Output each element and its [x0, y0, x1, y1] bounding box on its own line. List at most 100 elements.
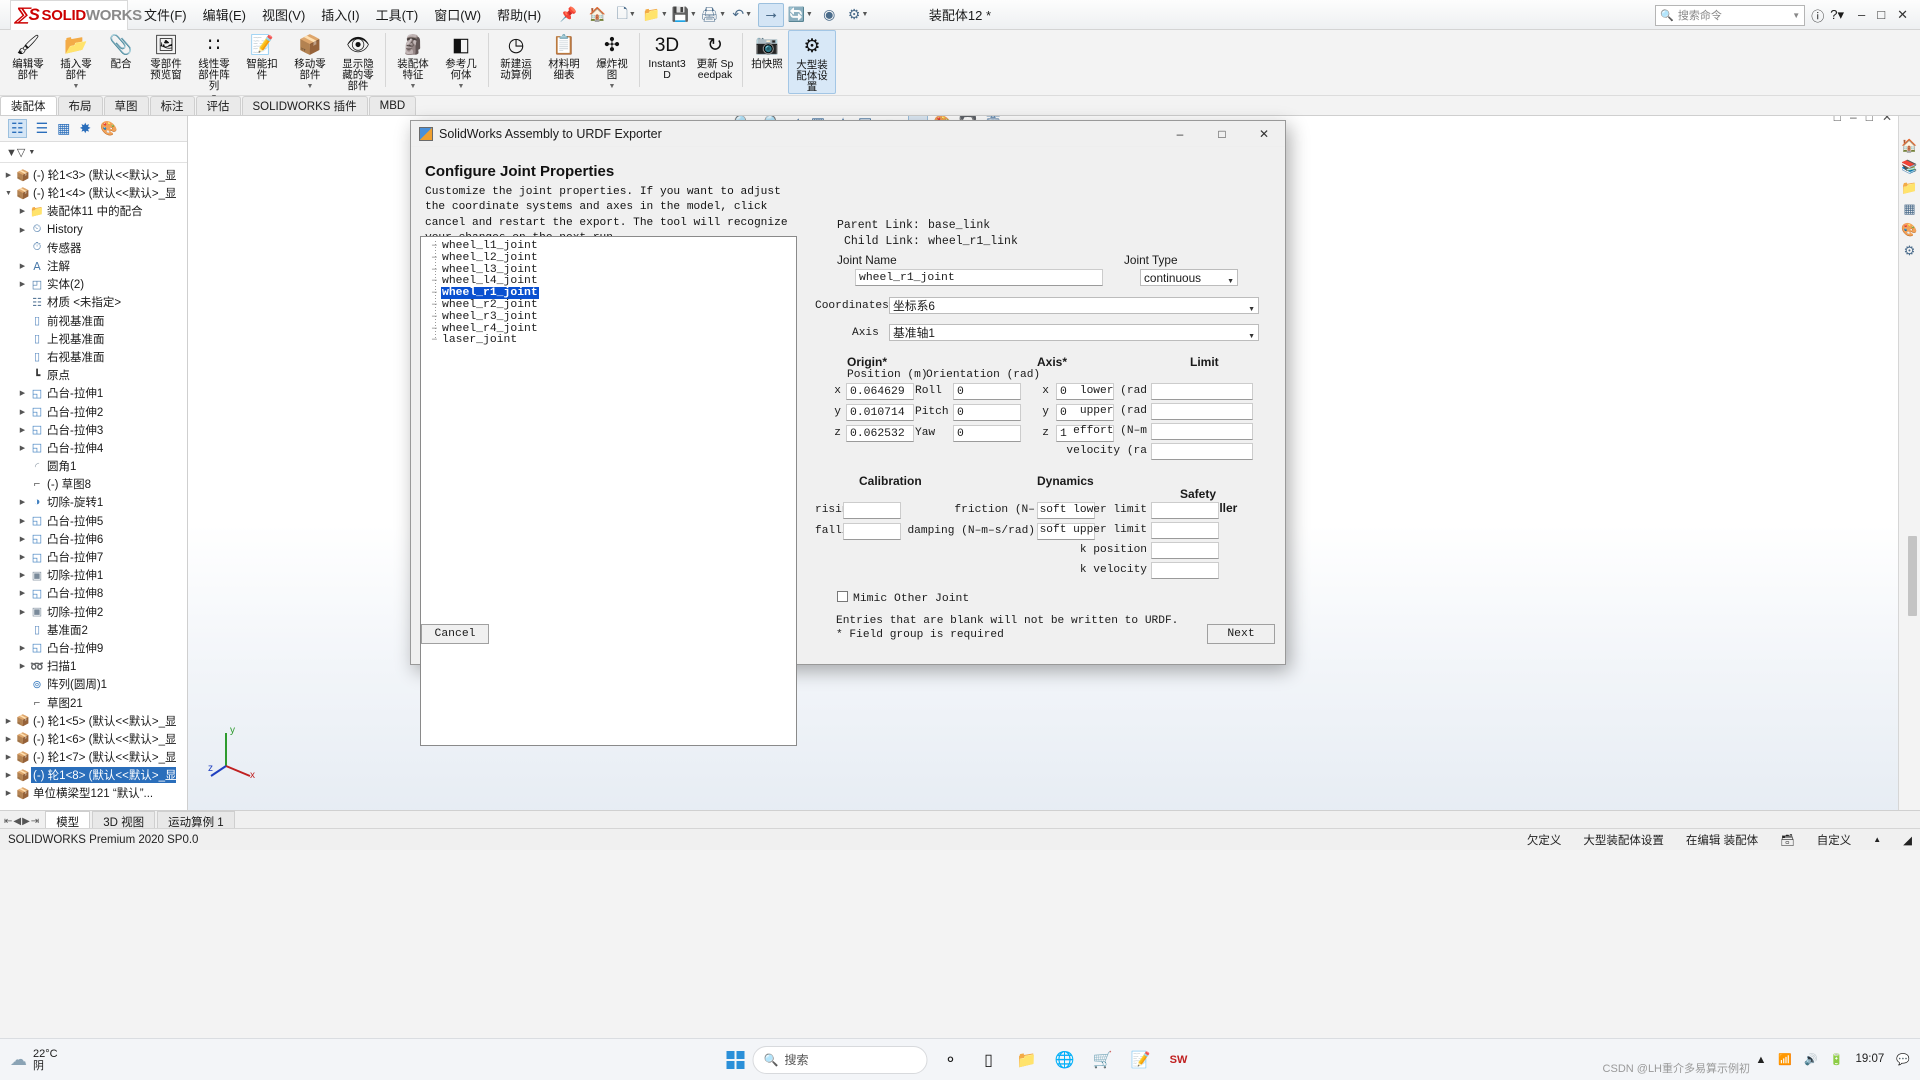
notifications-icon[interactable]: 💬 [1896, 1053, 1910, 1066]
limit-input[interactable] [1151, 423, 1253, 440]
ribbon-button-new-motion-study[interactable]: ◷ 新建运动算例 [492, 30, 540, 81]
chevron-down-icon[interactable]: ▼ [609, 81, 616, 92]
chevron-down-icon[interactable]: ▼ [410, 81, 417, 92]
feature-tree-tab-icon[interactable]: ☷ [8, 119, 27, 138]
chevron-down-icon[interactable]: ▼ [73, 81, 80, 92]
ribbon-button-move-component[interactable]: 📦 移动零部件 ▼ [286, 30, 334, 92]
chevron-right-icon[interactable]: ▶ [16, 589, 29, 597]
ribbon-button-large-assembly-settings[interactable]: ⚙ 大型装配体设置 [788, 30, 836, 94]
next-tab-icon[interactable]: ▶ [22, 816, 30, 827]
toggle-display-icon[interactable]: ◉ [816, 3, 842, 27]
chevron-right-icon[interactable]: ▶ [16, 662, 29, 670]
menu-view[interactable]: 视图(V) [262, 5, 305, 24]
file-explorer-icon[interactable]: 📁 [1012, 1045, 1042, 1075]
minimize-doc-icon[interactable]: – [1850, 116, 1857, 124]
limit-input[interactable] [1151, 443, 1253, 460]
tree-node[interactable]: ▶ ⏲ History [2, 221, 187, 239]
next-button[interactable]: Next [1207, 624, 1275, 644]
cancel-button[interactable]: Cancel [421, 624, 489, 644]
tree-node[interactable]: ▶ ◱ 凸台-拉伸2 [2, 402, 187, 420]
chevron-right-icon[interactable]: ▶ [16, 262, 29, 270]
tab-装配体[interactable]: 装配体 [0, 96, 57, 115]
ribbon-button-assembly-feature[interactable]: 🗿 装配体特征 ▼ [389, 30, 437, 92]
close-doc-icon[interactable]: ✕ [1882, 116, 1892, 124]
chevron-right-icon[interactable]: ▶ [16, 226, 29, 234]
solidworks-taskbar-icon[interactable]: SW [1164, 1045, 1194, 1075]
dialog-close-button[interactable]: ✕ [1243, 121, 1285, 147]
safety-input[interactable] [1151, 562, 1219, 579]
joint-list-item[interactable]: wheel_r2_joint [421, 299, 796, 312]
tab-SOLIDWORKS 插件[interactable]: SOLIDWORKS 插件 [241, 96, 368, 115]
ribbon-button-update-speedpak[interactable]: ↻ 更新 Speedpak [691, 30, 739, 81]
menu-file[interactable]: 文件(F) [144, 5, 187, 24]
mimic-other-joint-row[interactable]: Mimic Other Joint [837, 591, 969, 605]
ribbon-button-show-hidden-components[interactable]: 👁 显示隐藏的零部件 [334, 30, 382, 92]
tree-node[interactable]: ▯ 上视基准面 [2, 330, 187, 348]
tree-node[interactable]: ⊚ 阵列(圆周)1 [2, 675, 187, 693]
limit-input[interactable] [1151, 383, 1253, 400]
menu-bar[interactable]: 文件(F) 编辑(E) 视图(V) 插入(I) 工具(T) 窗口(W) 帮助(H… [144, 5, 541, 24]
pin-icon[interactable]: 📌 [555, 3, 581, 27]
weather-widget[interactable]: ☁ 22°C 阴 [10, 1048, 58, 1072]
menu-tools[interactable]: 工具(T) [376, 5, 419, 24]
safety-input[interactable] [1151, 542, 1219, 559]
coordinates-select[interactable]: 坐标系6 ▼ [889, 297, 1259, 314]
ribbon-toolbar[interactable]: 🖌编辑零部件📂插入零部件▼📎配合🖼零部件预览窗∷线性零部件阵列▼📝智能扣件📦移动… [0, 30, 1920, 101]
tree-node[interactable]: ▶ 𝖠 注解 [2, 257, 187, 275]
chevron-right-icon[interactable]: ▶ [16, 207, 29, 215]
taskbar-search-box[interactable]: 🔍 搜索 [752, 1045, 928, 1074]
status-sync-icon[interactable]: 🗃 [1780, 833, 1795, 847]
ribbon-button-insert-component[interactable]: 📂 插入零部件 ▼ [52, 30, 100, 92]
chevron-right-icon[interactable]: ▶ [2, 717, 15, 725]
joint-name-input[interactable]: wheel_r1_joint [855, 269, 1103, 286]
ribbon-button-smart-fastener[interactable]: 📝 智能扣件 [238, 30, 286, 81]
chevron-right-icon[interactable]: ▶ [16, 498, 29, 506]
chevron-right-icon[interactable]: ▶ [16, 444, 29, 452]
tree-node[interactable]: ▶ 📦 (-) 轮1<5> (默认<<默认>_显 [2, 712, 187, 730]
minimize-button[interactable]: – [1858, 7, 1865, 23]
view-palette-icon[interactable]: ▦ [1903, 201, 1915, 217]
home-tab-icon[interactable]: 🏠 [1901, 138, 1917, 154]
tree-node[interactable]: ▯ 前视基准面 [2, 312, 187, 330]
chevron-down-icon[interactable]: ▼ [1792, 11, 1800, 20]
task-pane-rail[interactable]: 🏠 📚 📁 ▦ 🎨 ⚙ [1898, 116, 1920, 821]
menu-window[interactable]: 窗口(W) [434, 5, 481, 24]
chevron-down-icon[interactable]: ▼ [307, 81, 314, 92]
chevron-right-icon[interactable]: ▶ [2, 735, 15, 743]
chevron-right-icon[interactable]: ▶ [16, 426, 29, 434]
chevron-right-icon[interactable]: ▶ [16, 644, 29, 652]
dialog-maximize-button[interactable]: □ [1201, 121, 1243, 147]
help-icon[interactable]: ⓘ [1811, 6, 1824, 25]
tree-node[interactable]: ▯ 基准面2 [2, 621, 187, 639]
chevron-down-icon[interactable]: ▼ [458, 81, 465, 92]
ribbon-button-bom[interactable]: 📋 材料明细表 [540, 30, 588, 81]
tree-node[interactable]: ▶ 📦 (-) 轮1<6> (默认<<默认>_显 [2, 730, 187, 748]
ribbon-button-edit-component[interactable]: 🖌 编辑零部件 [4, 30, 52, 81]
rebuild-icon[interactable]: 🔄 ▼ [787, 3, 813, 27]
last-tab-icon[interactable]: ⇥ [31, 816, 39, 827]
tree-node[interactable]: ▶ ➿ 扫描1 [2, 657, 187, 675]
joint-type-select[interactable]: continuous ▼ [1140, 269, 1238, 286]
new-document-icon[interactable]: 🗋 ▼ [613, 3, 639, 27]
chevron-right-icon[interactable]: ▶ [2, 171, 15, 179]
tree-node[interactable]: ▶ 📁 装配体11 中的配合 [2, 202, 187, 220]
chevron-right-icon[interactable]: ▶ [2, 789, 15, 797]
undo-icon[interactable]: ↶ ▼ [729, 3, 755, 27]
safety-input[interactable] [1151, 522, 1219, 539]
joint-list-item[interactable]: laser_joint [421, 334, 796, 347]
chevron-down-icon[interactable]: ▼ [2, 190, 15, 197]
first-tab-icon[interactable]: ⇤ [4, 816, 12, 827]
chevron-right-icon[interactable]: ▶ [16, 535, 29, 543]
chevron-right-icon[interactable]: ▶ [16, 571, 29, 579]
joint-tree-list[interactable]: wheel_l1_jointwheel_l2_jointwheel_l3_joi… [420, 236, 797, 746]
edge-browser-icon[interactable]: 🌐 [1050, 1045, 1080, 1075]
ribbon-button-exploded-view[interactable]: ✣ 爆炸视图 ▼ [588, 30, 636, 92]
design-library-icon[interactable]: 📚 [1901, 159, 1917, 175]
tree-node[interactable]: ▼ 📦 (-) 轮1<4> (默认<<默认>_显 [2, 184, 187, 202]
tree-node[interactable]: ▶ ◱ 凸台-拉伸7 [2, 548, 187, 566]
command-search-box[interactable]: 🔍 搜索命令 ▼ [1655, 4, 1806, 26]
restore-doc-icon[interactable]: □ [1834, 116, 1841, 124]
quick-access-toolbar[interactable]: 📌 🏠 🗋 ▼ 📁 ▼ 💾 ▼ 🖨 ▼ ↶ ▼ ⭢ 🔄 ▼ ◉ ⚙ ▼ [555, 2, 871, 27]
feature-manager-tabs[interactable]: ☷ ☰ ▦ ✸ 🎨 [0, 116, 187, 142]
chevron-right-icon[interactable]: ▶ [16, 517, 29, 525]
